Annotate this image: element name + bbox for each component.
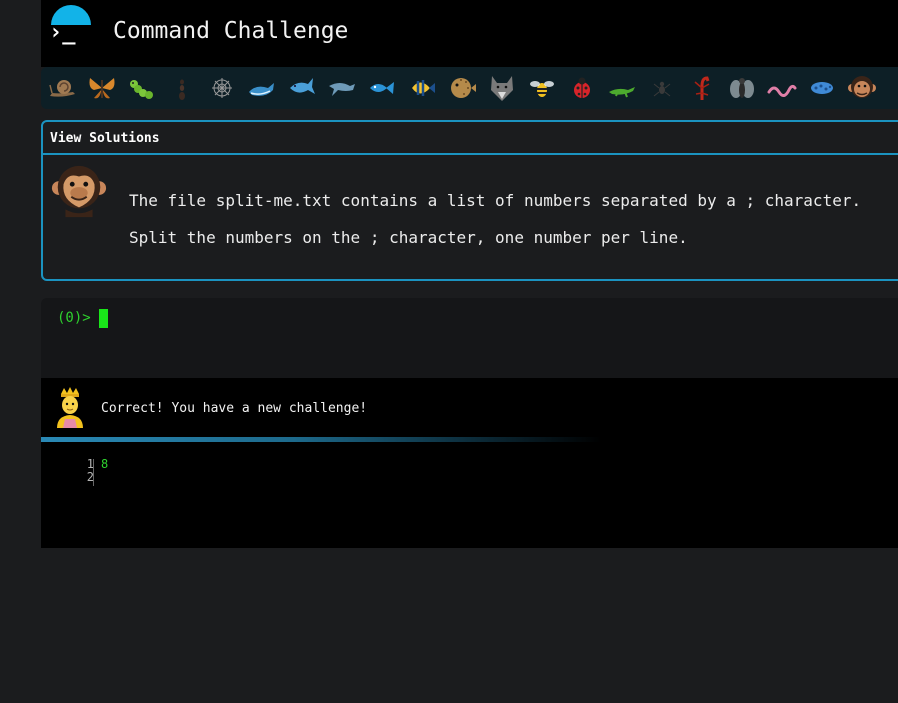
view-solutions-toggle[interactable]: View Solutions (43, 122, 898, 155)
line-number: 2 (86, 470, 94, 484)
page-title: Command Challenge (113, 18, 349, 44)
spider-web-icon[interactable] (206, 72, 238, 104)
bee-icon[interactable] (526, 72, 558, 104)
terminal-cursor[interactable] (99, 309, 108, 328)
queen-avatar-icon (57, 387, 83, 428)
result-divider (41, 437, 601, 442)
challenge-progress-bar (41, 67, 898, 109)
view-solutions-label[interactable]: View Solutions (50, 131, 160, 146)
butterfly-icon[interactable] (86, 72, 118, 104)
result-panel: Correct! You have a new challenge! 1 2 8 (41, 378, 898, 548)
snail-icon[interactable] (47, 72, 79, 104)
shark-icon[interactable] (286, 72, 318, 104)
worm-icon[interactable] (766, 72, 798, 104)
wolf-icon[interactable] (486, 72, 518, 104)
terminal[interactable]: (0)> (41, 298, 898, 378)
challenge-panel: View Solutions The file split-me.txt con… (41, 120, 898, 281)
challenge-text-line-1: The file split-me.txt contains a list of… (129, 191, 862, 210)
output-line: 8 (101, 457, 109, 471)
fly-icon[interactable] (726, 72, 758, 104)
fish-icon[interactable] (366, 72, 398, 104)
whale-icon[interactable] (246, 72, 278, 104)
command-output: 8 (101, 458, 108, 471)
success-message: Correct! You have a new challenge! (101, 401, 368, 416)
ladybug-icon[interactable] (566, 72, 598, 104)
terminal-prompt: (0)> (57, 310, 91, 326)
caterpillar-icon[interactable] (126, 72, 158, 104)
header: ›_ Command Challenge (41, 0, 898, 67)
chimpanzee-avatar-icon (51, 165, 107, 218)
ant-icon[interactable] (166, 72, 198, 104)
tropical-fish-icon[interactable] (406, 72, 438, 104)
dolphin-icon[interactable] (326, 72, 358, 104)
left-margin (0, 0, 41, 703)
scorpion-icon[interactable] (686, 72, 718, 104)
chimpanzee-icon[interactable] (846, 72, 878, 104)
spider-icon[interactable] (646, 72, 678, 104)
gutter-divider (93, 459, 94, 486)
line-number-gutter: 1 2 (75, 458, 94, 484)
lizard-icon[interactable] (606, 72, 638, 104)
terminal-logo-icon: ›_ (49, 20, 76, 45)
microbe-icon[interactable] (806, 72, 838, 104)
blowfish-icon[interactable] (446, 72, 478, 104)
challenge-text-line-2: Split the numbers on the ; character, on… (129, 228, 688, 247)
